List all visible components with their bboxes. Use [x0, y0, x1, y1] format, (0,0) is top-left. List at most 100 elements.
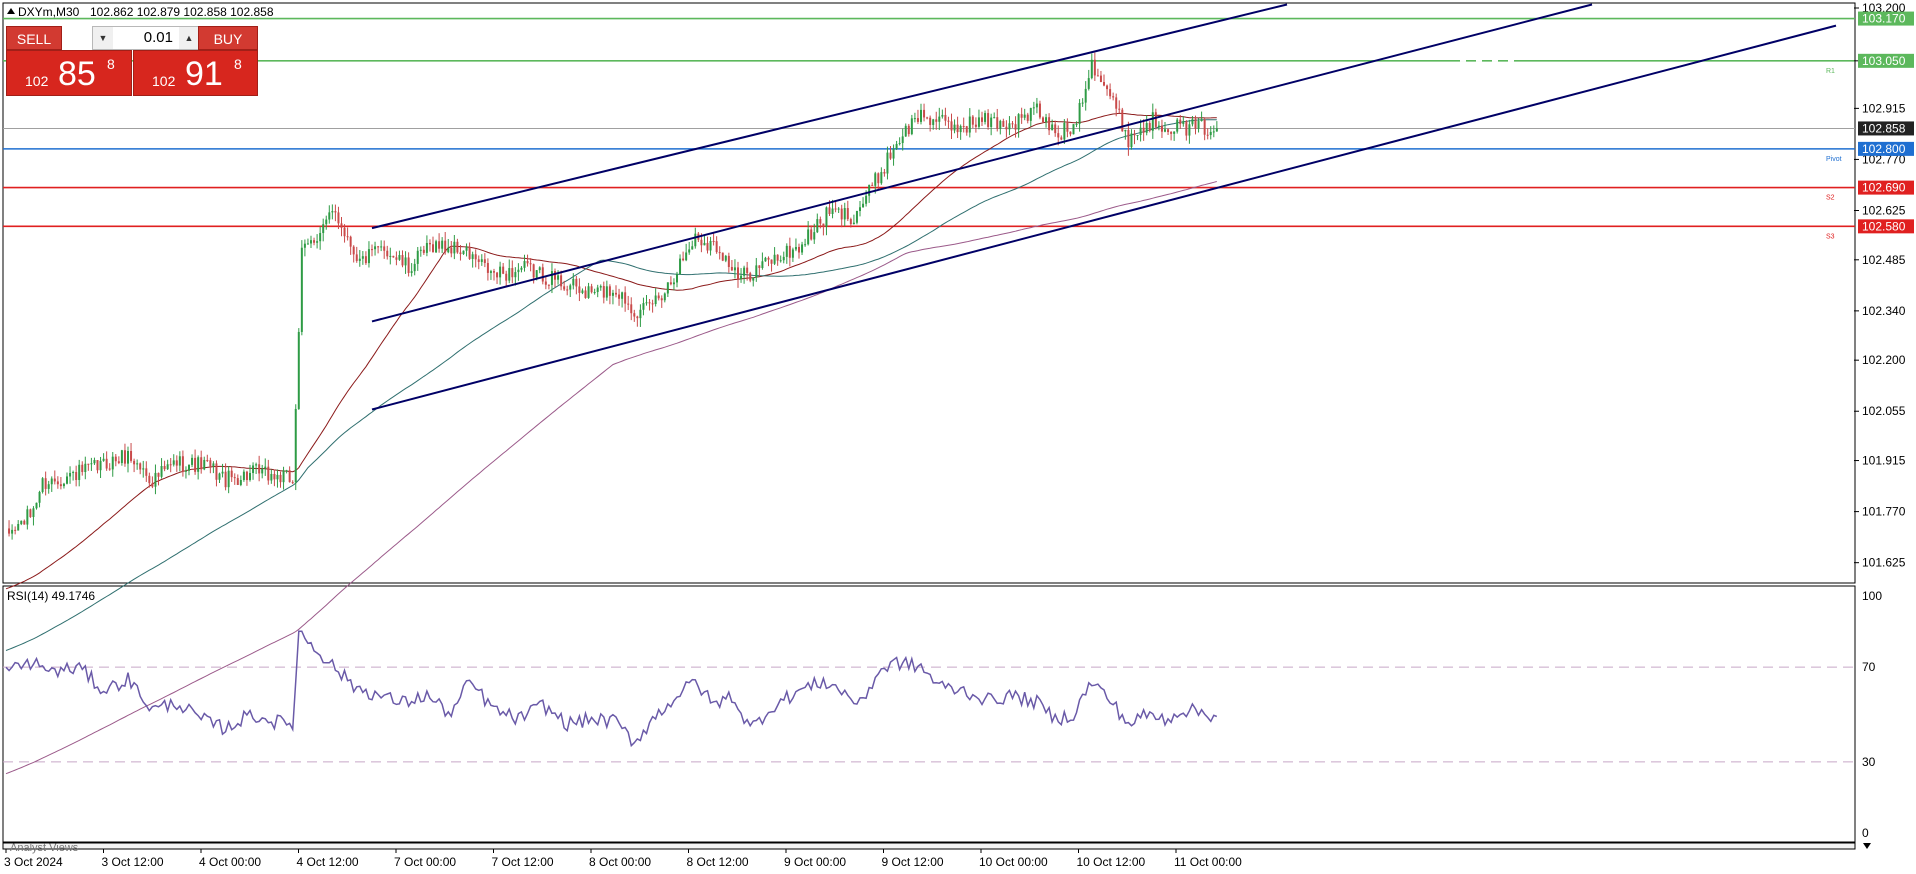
candle-body [1124, 129, 1127, 132]
sell-price-button[interactable]: 102 85 8 [6, 50, 132, 96]
candle-body [871, 184, 874, 186]
candle-body [633, 313, 636, 317]
candle-body [252, 465, 255, 474]
candle-body [840, 208, 843, 220]
candle-body [1045, 117, 1048, 123]
price-tag-label: 102.858 [1862, 121, 1906, 135]
x-tick-label: 10 Oct 12:00 [1077, 855, 1146, 869]
candle-body [651, 303, 654, 305]
candle-body [148, 475, 151, 484]
candle-body [459, 252, 462, 255]
candle-body [151, 483, 154, 487]
candle-body [1090, 59, 1093, 79]
x-tick-label: 8 Oct 00:00 [589, 855, 651, 869]
candle-body [276, 474, 279, 480]
candle-body [142, 468, 145, 470]
candle-body [874, 173, 877, 186]
candle-body [389, 255, 392, 257]
candle-body [621, 292, 624, 299]
candle-body [505, 273, 508, 281]
candle-body [688, 249, 691, 253]
candle-body [1185, 121, 1188, 136]
candle-body [859, 207, 861, 211]
candle-body [328, 212, 331, 220]
candle-body [209, 460, 212, 467]
candle-body [483, 259, 486, 263]
candle-body [291, 482, 294, 484]
candle-body [801, 244, 804, 253]
candle-body [1075, 123, 1078, 125]
collapse-triangle-icon[interactable] [7, 8, 15, 14]
candle-body [575, 278, 578, 287]
candle-body [447, 247, 450, 253]
candle-body [352, 246, 355, 255]
volume-input[interactable]: ▼ 0.01 ▲ [92, 26, 200, 50]
candle-body [727, 255, 730, 267]
buy-button-header[interactable]: BUY [198, 26, 258, 50]
trading-chart[interactable]: 103.200103.050102.915102.770102.625102.4… [0, 0, 1916, 874]
candle-body [855, 210, 858, 223]
candle-body [828, 207, 831, 215]
candle-body [584, 290, 587, 298]
volume-decrease-icon[interactable]: ▼ [93, 27, 113, 49]
candle-body [581, 290, 584, 293]
buy-price-big: 91 [185, 55, 223, 93]
candle-body [904, 125, 907, 137]
volume-increase-icon[interactable]: ▲ [179, 27, 199, 49]
candle-body [1157, 125, 1160, 127]
candle-body [1020, 114, 1023, 118]
x-tick-label: 10 Oct 00:00 [979, 855, 1048, 869]
candle-body [444, 240, 447, 253]
candle-body [798, 246, 800, 253]
candle-body [184, 470, 187, 472]
candle-body [264, 466, 267, 469]
buy-price-button[interactable]: 102 91 8 [133, 50, 258, 96]
candle-body [41, 478, 44, 492]
candle-body [941, 114, 944, 117]
candle-body [1112, 96, 1115, 98]
candle-body [428, 242, 431, 245]
candle-body [767, 257, 770, 260]
sell-button-header[interactable]: SELL [6, 26, 62, 50]
candle-body [642, 303, 645, 310]
candle-body [1176, 119, 1179, 132]
candle-body [1142, 127, 1145, 133]
candle-body [788, 245, 791, 258]
rsi-plot-frame [2, 585, 1856, 843]
volume-value[interactable]: 0.01 [113, 27, 179, 49]
channel-trendline[interactable] [371, 3, 1593, 323]
candle-body [913, 118, 916, 120]
candle-body [99, 460, 102, 471]
candle-body [993, 117, 996, 119]
rsi-label: RSI(14) 49.1746 [7, 589, 95, 603]
candle-body [102, 458, 105, 461]
candle-body [819, 219, 822, 224]
candle-body [1130, 133, 1133, 148]
candle-body [1167, 129, 1170, 133]
candle-body [764, 257, 767, 262]
candle-body [541, 267, 544, 282]
x-tick-label: 3 Oct 12:00 [102, 855, 164, 869]
candle-body [367, 249, 370, 264]
channel-trendline[interactable] [371, 3, 1288, 230]
candle-body [962, 126, 965, 128]
candle-body [1139, 127, 1142, 135]
candle-body [364, 256, 367, 264]
candle-body [700, 239, 703, 246]
candle-body [477, 259, 480, 262]
candle-body [959, 126, 962, 133]
candle-body [569, 285, 572, 290]
candle-body [398, 255, 401, 260]
candle-body [630, 304, 633, 314]
candle-body [392, 255, 395, 258]
candle-body [236, 478, 239, 485]
rsi-tick-label: 70 [1862, 660, 1876, 674]
chart-shift-icon[interactable] [1863, 843, 1871, 849]
candle-body [968, 116, 971, 133]
candle-body [749, 273, 752, 281]
rsi-line [5, 630, 1218, 748]
candle-body [1215, 128, 1218, 132]
candle-body [1057, 133, 1060, 138]
candle-body [572, 278, 575, 286]
candle-body [197, 457, 200, 472]
